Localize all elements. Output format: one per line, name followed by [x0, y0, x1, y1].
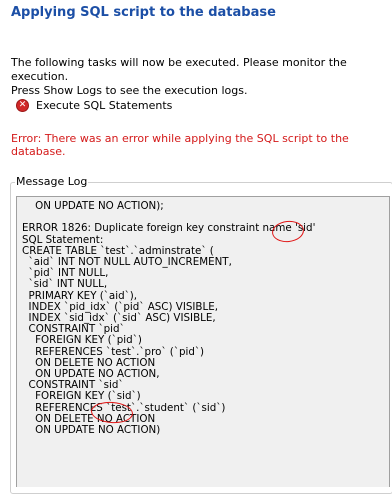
message-log-text: ON UPDATE NO ACTION); ERROR 1826: Duplic…: [22, 200, 316, 437]
description-line: Press Show Logs to see the execution log…: [11, 84, 248, 97]
error-x-icon: ✕: [16, 98, 29, 112]
message-log-textarea[interactable]: ON UPDATE NO ACTION); ERROR 1826: Duplic…: [16, 196, 390, 487]
page-title: Applying SQL script to the database: [11, 5, 276, 20]
task-item: ✕ Execute SQL Statements: [16, 98, 172, 112]
task-label: Execute SQL Statements: [36, 98, 173, 112]
description-line: The following tasks will now be executed…: [11, 56, 347, 83]
error-message: Error: There was an error while applying…: [11, 132, 349, 158]
description: The following tasks will now be executed…: [11, 56, 392, 98]
message-log-label: Message Log: [15, 175, 89, 188]
